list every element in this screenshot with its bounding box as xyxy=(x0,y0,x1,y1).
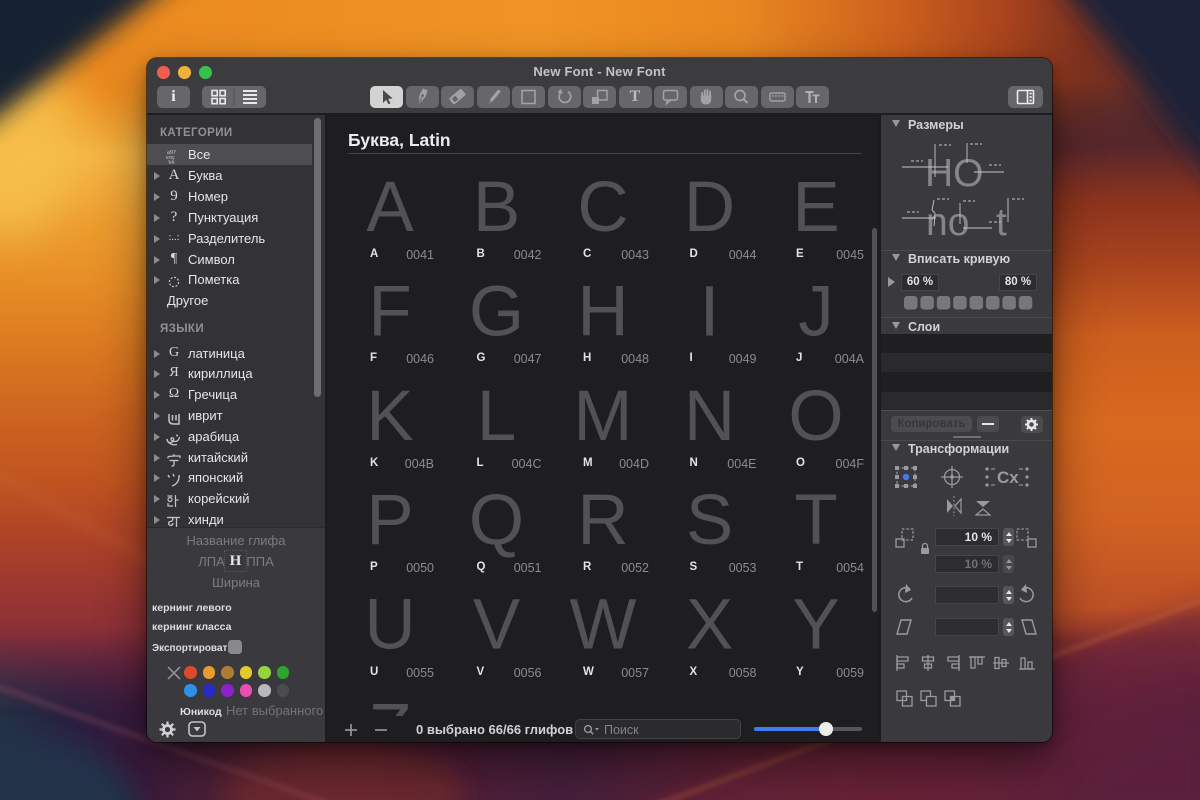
svg-text:H: H xyxy=(577,272,628,351)
svg-text:C: C xyxy=(577,168,628,247)
svg-text:X: X xyxy=(686,586,733,665)
svg-text:F: F xyxy=(368,272,411,351)
svg-text:E: E xyxy=(792,168,839,247)
svg-text:P: P xyxy=(366,481,413,560)
svg-text:J: J xyxy=(798,272,834,351)
svg-text:D: D xyxy=(684,168,735,247)
svg-text:K: K xyxy=(366,377,413,456)
svg-text:L: L xyxy=(477,377,517,456)
svg-text:M: M xyxy=(573,377,632,456)
svg-text:N: N xyxy=(684,377,735,456)
svg-text:V: V xyxy=(473,586,521,665)
svg-text:t: t xyxy=(996,201,1007,244)
svg-text:Y: Y xyxy=(792,586,839,665)
svg-text:G: G xyxy=(469,272,524,351)
svg-text:Q: Q xyxy=(469,481,524,560)
svg-text:Cx: Cx xyxy=(997,468,1019,487)
svg-text:B: B xyxy=(473,168,520,247)
svg-text:O: O xyxy=(788,377,843,456)
svg-text:HO: HO xyxy=(925,152,984,195)
svg-text:R: R xyxy=(577,481,628,560)
svg-text:A: A xyxy=(366,168,414,247)
svg-text:S: S xyxy=(686,481,733,560)
svg-text:I: I xyxy=(700,272,720,351)
svg-text:W: W xyxy=(569,586,636,665)
svg-text:U: U xyxy=(364,586,415,665)
svg-text:T: T xyxy=(794,481,837,560)
